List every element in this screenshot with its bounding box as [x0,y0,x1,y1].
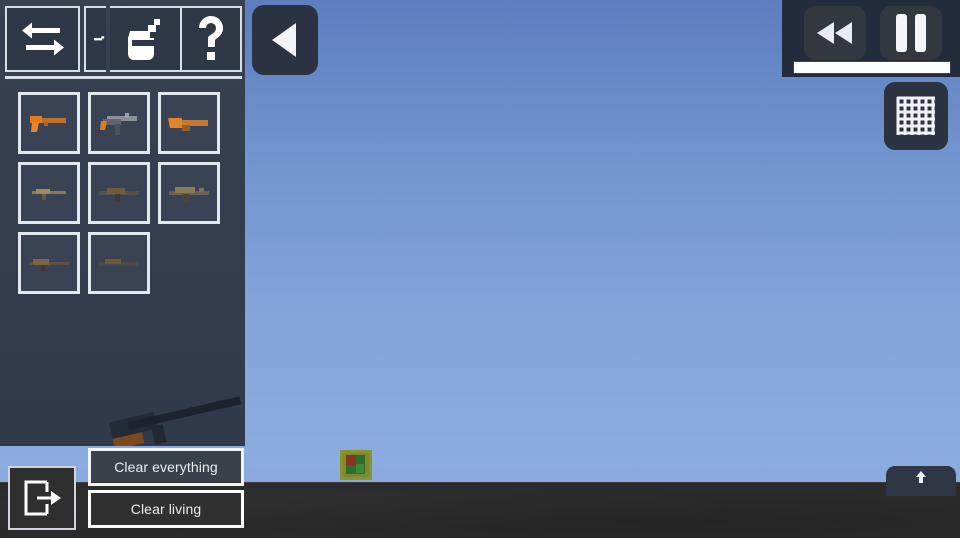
pause-button[interactable]: Pause [880,6,942,60]
weapon-grid: Pistol SMG [18,92,233,302]
shotgun-icon [99,259,139,266]
help-button[interactable]: ? [182,6,242,72]
exit-icon [24,480,61,516]
sidebar-toolbar: Swap Next [0,0,245,79]
weapon-cell-carbine[interactable]: Carbine [88,162,150,224]
playback-progress-track[interactable] [793,61,951,74]
weapon-cell-carbine-label: Carbine [91,165,92,166]
toolbar-divider [5,76,242,79]
weapon-cell-rifle[interactable]: Rifle [18,162,80,224]
pause-icon-bar-right [915,14,926,52]
swap-icon [21,22,64,56]
exit-button[interactable]: Exit [8,466,76,530]
block-entity[interactable] [340,450,372,480]
spray-can-icon [128,19,160,60]
weapon-cell-assault[interactable]: Assault Rifle [158,162,220,224]
weapon-cell-shotgun[interactable]: Shotgun [88,232,150,294]
weapon-cell-pistol-label: Pistol [21,95,22,96]
help-icon [199,16,223,60]
smg-icon [100,113,137,135]
clear-living-button[interactable]: Clear living [88,490,244,528]
clear-panel: Clear everything Clear living [88,448,244,528]
held-weapon-sprite [108,385,245,446]
playback-controls: Rewind Pause [782,0,960,77]
weapon-cell-sniper-label: Sniper [21,235,22,236]
weapon-magazine [150,424,167,445]
next-arrow-icon [94,36,105,41]
weapon-cell-rifle-label: Rifle [21,165,22,166]
grid-toggle-button[interactable]: Grid [884,82,948,150]
pause-button-label: Pause [911,33,912,34]
weapon-cell-sawnoff-label: Sawn-off [161,95,162,96]
back-arrow-icon [272,23,296,57]
upload-icon [916,471,926,483]
weapon-cell-assault-label: Assault Rifle [161,165,162,166]
left-sidebar: Swap Next [0,0,245,446]
weapon-cell-smg-label: SMG [91,95,92,96]
upload-button[interactable]: Upload [886,466,956,496]
block-entity-core [346,455,365,474]
weapon-row: Rifle Carbine Assault [18,162,233,224]
weapon-row: Pistol SMG [18,92,233,154]
pistol-icon [30,116,66,132]
next-button[interactable]: Next [84,6,106,72]
rifle-icon [32,189,66,200]
grid-icon [896,96,935,135]
weapon-cell-pistol[interactable]: Pistol [18,92,80,154]
weapon-cell-sniper[interactable]: Sniper [18,232,80,294]
playback-progress-fill [794,62,950,73]
rewind-icon [817,22,852,44]
rewind-button[interactable]: Rewind [804,6,866,60]
app-root: Swap Next [0,0,960,538]
weapon-row: Sniper Shotgun [18,232,233,294]
carbine-icon [99,188,139,201]
weapon-cell-shotgun-label: Shotgun [91,235,92,236]
weapon-cell-smg[interactable]: SMG [88,92,150,154]
spray-button[interactable]: Spray [110,6,182,72]
back-button[interactable]: Back [252,5,318,75]
assault-rifle-icon [169,187,209,202]
sniper-icon [29,259,69,271]
swap-button[interactable]: Swap [5,6,80,72]
weapon-cell-sawnoff[interactable]: Sawn-off [158,92,220,154]
sawnoff-icon [168,118,208,131]
clear-everything-button[interactable]: Clear everything [88,448,244,486]
pause-icon-bar-left [896,14,907,52]
